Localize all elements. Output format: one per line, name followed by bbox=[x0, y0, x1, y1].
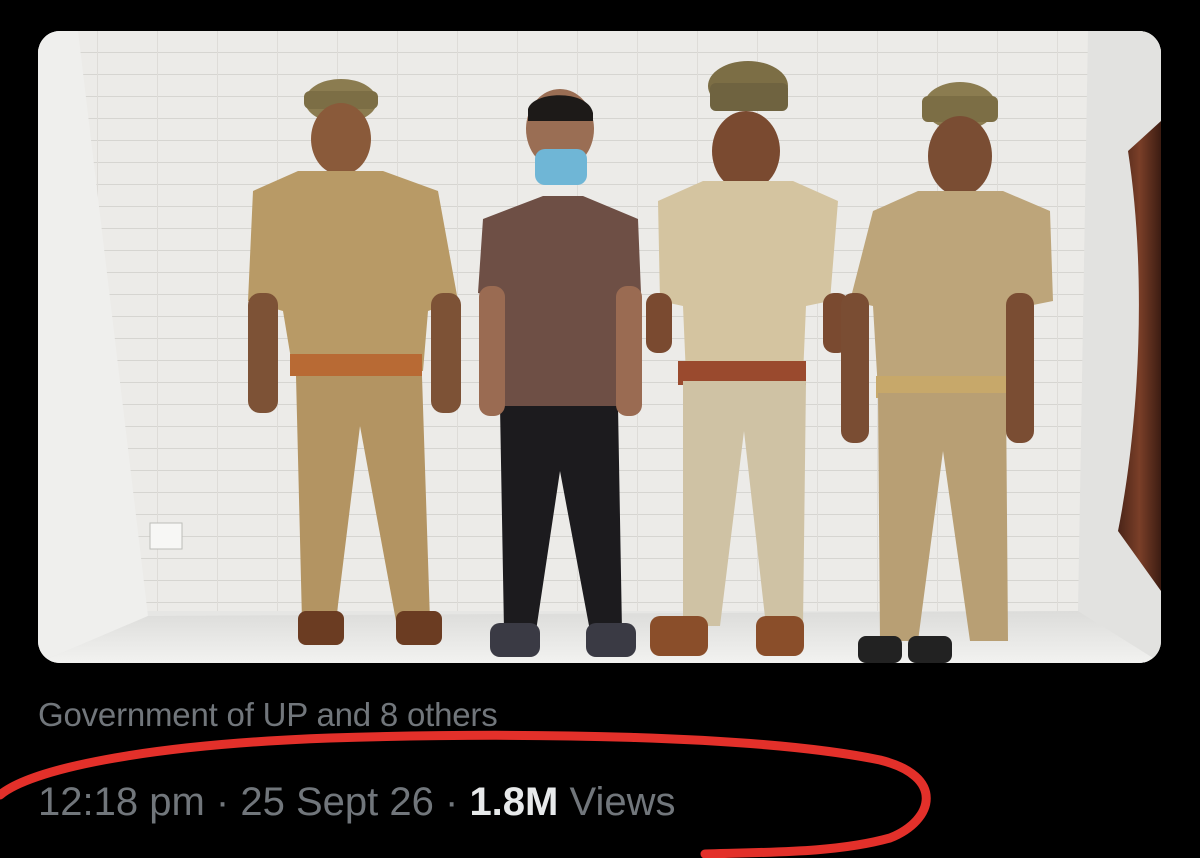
post-date[interactable]: 25 Sept 26 bbox=[240, 780, 434, 824]
post-meta-line: 12:18 pm · 25 Sept 26 · 1.8M Views bbox=[38, 780, 675, 825]
meta-separator: · bbox=[444, 780, 459, 824]
views-count: 1.8M bbox=[469, 780, 559, 824]
post-time[interactable]: 12:18 pm bbox=[38, 780, 205, 824]
meta-separator: · bbox=[215, 780, 230, 824]
post-photo[interactable] bbox=[38, 31, 1161, 663]
views-label: Views bbox=[569, 780, 676, 824]
tagged-accounts-link[interactable]: Government of UP and 8 others bbox=[38, 696, 498, 734]
photo-illustration bbox=[38, 31, 1161, 663]
